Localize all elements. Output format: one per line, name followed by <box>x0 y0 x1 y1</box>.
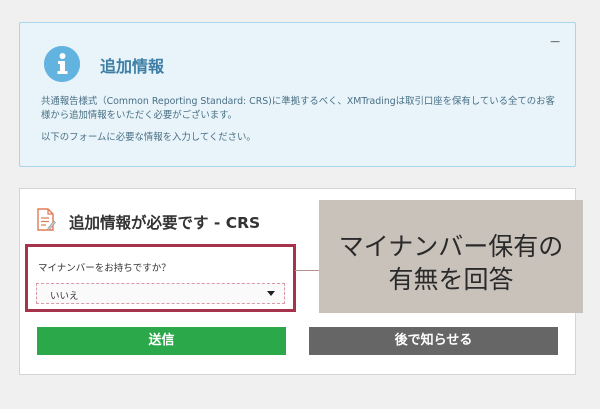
callout-connector <box>295 270 319 271</box>
info-panel: 追加情報 − 共通報告様式（Common Reporting Standard:… <box>19 22 576 167</box>
info-title: 追加情報 <box>100 57 165 76</box>
notify-later-button[interactable]: 後で知らせる <box>309 327 558 355</box>
callout-line-2: 有無を回答 <box>388 265 514 294</box>
chevron-down-icon <box>267 291 275 296</box>
my-number-question-label: マイナンバーをお持ちですか？ <box>38 263 171 274</box>
callout-line-1: マイナンバー保有の <box>338 232 564 261</box>
info-icon <box>44 46 80 82</box>
select-value: いいえ <box>50 291 79 302</box>
info-description: 共通報告様式（Common Reporting Standard: CRS)に準… <box>41 96 555 121</box>
my-number-select[interactable]: いいえ <box>36 283 285 304</box>
document-edit-icon <box>36 208 56 232</box>
minimize-icon[interactable]: − <box>549 35 561 49</box>
send-button[interactable]: 送信 <box>37 327 286 355</box>
callout-box: マイナンバー保有の 有無を回答 <box>319 200 583 313</box>
info-instruction: 以下のフォームに必要な情報を入力してください。 <box>41 132 256 143</box>
crs-title: 追加情報が必要です - CRS <box>69 214 261 232</box>
